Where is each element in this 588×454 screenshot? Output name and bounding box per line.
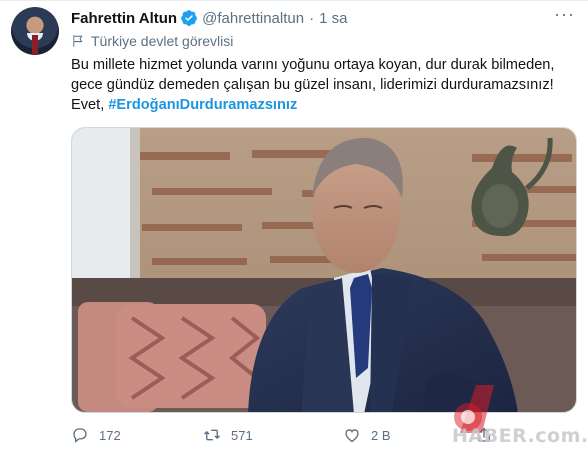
hashtag-link[interactable]: #ErdoğanıDurduramazsınız xyxy=(108,97,297,113)
speech-bubble-icon xyxy=(73,428,87,443)
cushion xyxy=(78,302,266,412)
tweet-text-prefix: Evet, xyxy=(71,97,109,113)
photo-illustration xyxy=(72,128,576,412)
action-bar: 172 571 2 B xyxy=(71,424,577,446)
tweet-text-line-1: Bu millete hizmet yolunda varını yoğunu … xyxy=(71,57,555,73)
flag-icon xyxy=(73,35,83,47)
like-button[interactable]: 2 B xyxy=(343,424,391,446)
author-name[interactable]: Fahrettin Altun xyxy=(71,10,177,27)
separator-dot: · xyxy=(309,9,315,27)
reply-count: 172 xyxy=(99,427,121,443)
tweet-text-line-3: Evet, #ErdoğanıDurduramazsınız xyxy=(71,95,577,115)
tweet-text-line-2: gece gündüz demeden çalışan bu güzel ins… xyxy=(71,77,554,93)
tweet-card[interactable]: Fahrettin Altun @fahrettinaltun · 1 sa ·… xyxy=(0,0,588,454)
tweet-photo[interactable] xyxy=(71,127,577,413)
author-handle[interactable]: @fahrettinaltun xyxy=(202,10,304,27)
retweet-count: 571 xyxy=(231,427,253,443)
retweet-icon xyxy=(204,429,220,441)
share-button[interactable] xyxy=(475,424,503,446)
tweet-text: Bu millete hizmet yolunda varını yoğunu … xyxy=(71,55,577,115)
window-panel xyxy=(72,128,140,288)
account-label[interactable]: Türkiye devlet görevlisi xyxy=(71,32,233,50)
avatar[interactable] xyxy=(11,7,59,55)
retweet-button[interactable]: 571 xyxy=(203,424,253,446)
heart-icon xyxy=(345,429,359,443)
like-count: 2 B xyxy=(371,427,391,443)
tweet-header: Fahrettin Altun @fahrettinaltun · 1 sa xyxy=(71,8,347,28)
tweet-time[interactable]: 1 sa xyxy=(319,10,347,27)
more-options-icon[interactable]: ··· xyxy=(554,5,574,23)
verified-badge-icon xyxy=(181,10,197,26)
reply-button[interactable]: 172 xyxy=(71,424,121,446)
share-icon xyxy=(478,427,490,442)
account-label-text: Türkiye devlet görevlisi xyxy=(91,33,234,49)
avatar-tie xyxy=(32,35,38,55)
